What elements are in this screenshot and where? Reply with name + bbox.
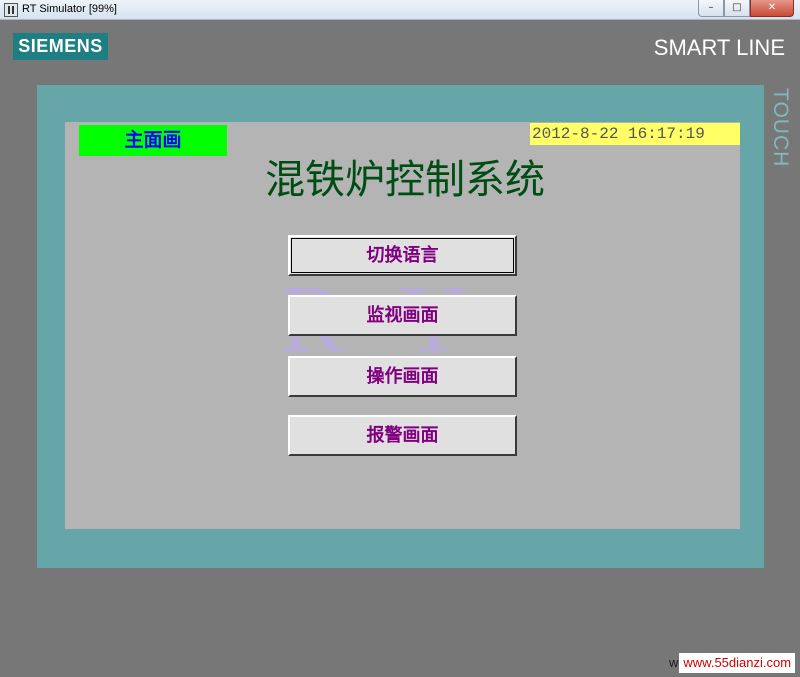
minimize-button[interactable]: – (698, 0, 724, 17)
site-watermark: w www.55dianzi.com (669, 653, 796, 673)
rt-simulator-icon (4, 3, 18, 17)
product-line-label: SMART LINE (653, 35, 785, 60)
page-title: 混铁炉控制系统 (265, 157, 545, 203)
site-watermark-url: www.55dianzi.com (679, 653, 796, 673)
maximize-button[interactable]: □ (724, 0, 750, 17)
window-title: RT Simulator [99%] (22, 3, 117, 15)
touch-label: TOUCH (769, 88, 792, 168)
siemens-logo: SIEMENS (13, 33, 108, 60)
site-watermark-lead: w (669, 655, 679, 670)
operation-screen-button[interactable]: 操作画面 (288, 356, 517, 397)
datetime-display: 2012-8-22 16:17:19 (530, 123, 740, 145)
monitor-screen-button[interactable]: 监视画面 (288, 295, 517, 336)
switch-language-button[interactable]: 切换语言 (288, 235, 517, 276)
alarm-screen-button[interactable]: 报警画面 (288, 415, 517, 456)
screen-name-field: 主面画 (79, 125, 227, 156)
window-titlebar: RT Simulator [99%] – □ ✕ (0, 0, 800, 20)
close-button[interactable]: ✕ (750, 0, 794, 17)
hmi-screen: 主面画 2012-8-22 16:17:19 混铁炉控制系统 RY 切换语言 监… (65, 122, 740, 529)
window-controls: – □ ✕ (698, 0, 794, 18)
